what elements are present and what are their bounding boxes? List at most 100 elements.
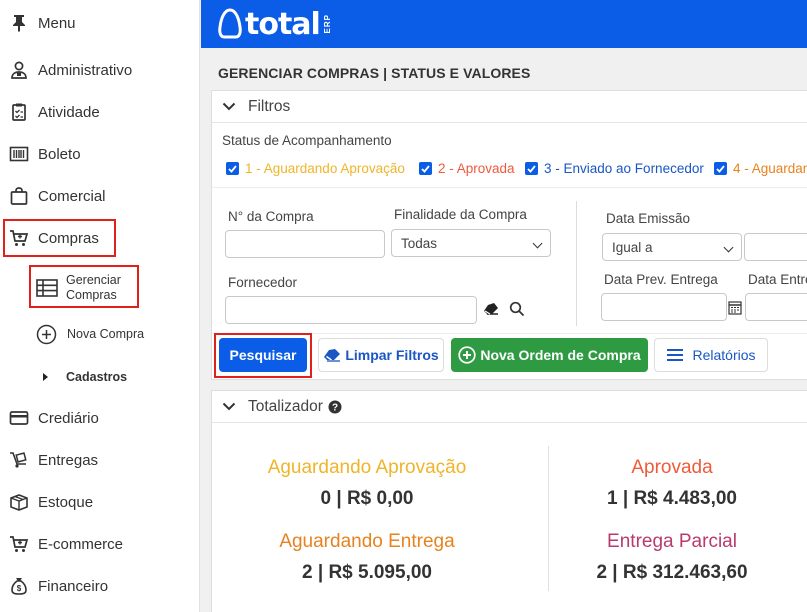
bag-icon [8, 185, 30, 207]
sidebar-subitem-nova-compra[interactable]: Nova Compra [36, 322, 144, 346]
delivery-icon [8, 449, 30, 471]
total-logo[interactable]: total ERP [217, 5, 332, 43]
cart-icon [8, 533, 30, 555]
eraser-icon[interactable] [483, 302, 499, 321]
total-entrega-parcial-value: 2 | R$ 312.463,60 [596, 562, 748, 583]
fornecedor-label: Fornecedor [228, 275, 298, 290]
finalidade-select[interactable]: Todas [391, 229, 551, 257]
sidebar-item-label: Atividade [38, 103, 100, 121]
eraser-icon [323, 348, 341, 362]
sidebar-item-label: Menu [38, 14, 76, 32]
plus-circle-icon [458, 346, 477, 364]
filters-header[interactable]: Filtros [212, 91, 807, 123]
sidebar-item-menu[interactable]: Menu [0, 6, 200, 40]
cadastros-label: Cadastros [66, 370, 128, 384]
barcode-icon [8, 143, 30, 165]
nova-ordem-button[interactable]: Nova Ordem de Compra [451, 338, 648, 372]
sidebar-item-atividade[interactable]: Atividade [0, 95, 200, 129]
total-aprovada-title: Aprovada [631, 457, 713, 478]
help-icon[interactable]: ? [328, 400, 342, 414]
chevron-down-icon [222, 102, 236, 111]
sidebar-item-label: E-commerce [38, 535, 124, 553]
data-emissao-operator: Igual a [612, 239, 653, 255]
sidebar-item-crediario[interactable]: Crediário [0, 401, 200, 435]
filters-divider [576, 201, 577, 326]
sidebar-item-comercial[interactable]: Comercial [0, 179, 200, 213]
nova-compra-label: Nova Compra [67, 327, 145, 341]
sidebar-item-administrativo[interactable]: Administrativo [0, 53, 200, 87]
caret-right-icon [42, 372, 49, 382]
total-aguardando-entrega-value: 2 | R$ 5.095,00 [302, 562, 432, 583]
sidebar-item-label: Financeiro [38, 577, 109, 595]
clipboard-icon [8, 101, 30, 123]
sidebar-item-label: Estoque [38, 493, 94, 511]
data-prev-entrega-label: Data Prev. Entrega [604, 272, 718, 287]
total-aprovada-value: 1 | R$ 4.483,00 [607, 488, 737, 509]
money-bag-icon: $ [8, 575, 30, 597]
totalizador-header[interactable]: Totalizador ? [212, 391, 807, 423]
data-emissao-operator-select[interactable]: Igual a [602, 233, 742, 261]
sidebar-item-label: Entregas [38, 451, 99, 469]
list-icon [666, 348, 684, 362]
totalizador-title: Totalizador [248, 397, 323, 415]
pin-icon [8, 12, 30, 34]
divider [212, 187, 807, 188]
search-icon[interactable] [509, 301, 525, 322]
logo-text: total [245, 6, 321, 42]
svg-text:$: $ [17, 584, 22, 593]
sidebar: Menu Administrativo Atividade Boleto Com… [0, 0, 200, 612]
sidebar-item-label: Comercial [38, 187, 106, 205]
filters-panel: Filtros Status de Acompanhamento 1 - Agu… [211, 90, 807, 380]
totalizador-panel: Totalizador ? Aguardando Aprovação 0 | R… [211, 390, 807, 612]
sidebar-item-label: Administrativo [38, 61, 133, 79]
finalidade-value: Todas [401, 235, 438, 251]
finalidade-label: Finalidade da Compra [394, 207, 527, 222]
status-label-4: 4 - Aguardan [733, 161, 807, 176]
data-emissao-input[interactable] [744, 233, 807, 261]
highlight-compras [3, 219, 116, 257]
total-entrega-parcial-title: Entrega Parcial [607, 531, 737, 552]
status-label: Status de Acompanhamento [222, 133, 392, 148]
status-checkbox-1[interactable]: 1 - Aguardando Aprovação [226, 161, 405, 176]
total-aguardando-entrega-title: Aguardando Entrega [279, 531, 455, 552]
status-label-2: 2 - Aprovada [438, 161, 515, 176]
sidebar-item-boleto[interactable]: Boleto [0, 137, 200, 171]
user-icon [8, 59, 30, 81]
sidebar-item-ecommerce[interactable]: E-commerce [0, 527, 200, 561]
fornecedor-input[interactable] [225, 296, 477, 324]
check-icon [226, 162, 239, 175]
status-label-1: 1 - Aguardando Aprovação [245, 161, 405, 176]
page-title: GERENCIAR COMPRAS | STATUS E VALORES [218, 65, 531, 81]
limpar-filtros-button[interactable]: Limpar Filtros [318, 338, 444, 372]
sidebar-subitem-cadastros[interactable]: Cadastros [42, 368, 127, 386]
status-label-3: 3 - Enviado ao Fornecedor [544, 161, 704, 176]
logo-mark-icon [218, 8, 242, 39]
data-emissao-label: Data Emissão [606, 211, 691, 226]
relatorios-button[interactable]: Relatórios [654, 338, 768, 372]
nova-ordem-label: Nova Ordem de Compra [480, 347, 641, 363]
plus-circle-icon [36, 324, 57, 345]
status-checkbox-3[interactable]: 3 - Enviado ao Fornecedor [525, 161, 704, 176]
relatorios-label: Relatórios [692, 347, 756, 363]
main-content: GERENCIAR COMPRAS | STATUS E VALORES Fil… [201, 48, 807, 612]
data-prev-entrega-input[interactable] [601, 293, 727, 321]
calendar-icon[interactable] [728, 300, 742, 320]
numero-compra-input[interactable] [225, 230, 385, 258]
svg-text:?: ? [332, 402, 338, 413]
chevron-down-icon [222, 402, 236, 411]
sidebar-item-estoque[interactable]: Estoque [0, 485, 200, 519]
status-checkbox-4[interactable]: 4 - Aguardan [714, 161, 807, 176]
check-icon [714, 162, 727, 175]
numero-compra-label: N° da Compra [228, 209, 314, 224]
check-icon [525, 162, 538, 175]
filters-title: Filtros [248, 97, 291, 115]
sidebar-item-entregas[interactable]: Entregas [0, 443, 200, 477]
sidebar-item-label: Crediário [38, 409, 99, 427]
sidebar-item-financeiro[interactable]: $ Financeiro [0, 569, 200, 603]
data-entrega-label: Data Entre [748, 272, 807, 287]
sidebar-item-label: Boleto [38, 145, 81, 163]
status-checkbox-2[interactable]: 2 - Aprovada [419, 161, 515, 176]
data-entrega-input[interactable] [745, 293, 807, 321]
card-icon [8, 407, 30, 429]
logo-erp: ERP [322, 14, 332, 34]
